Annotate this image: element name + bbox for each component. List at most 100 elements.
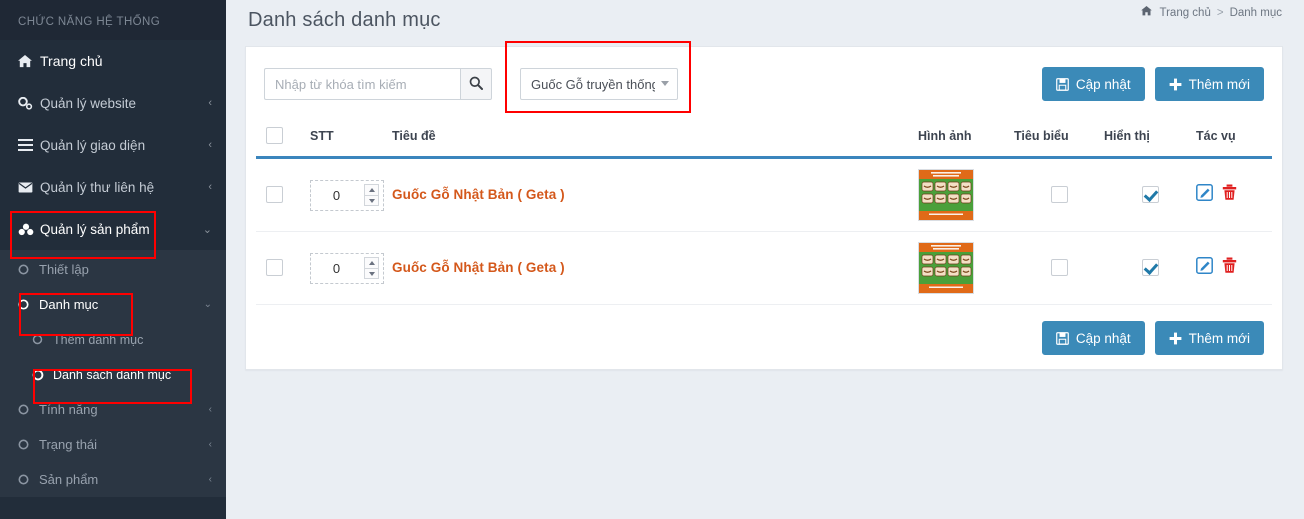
- chevron-left-icon: ‹: [208, 404, 212, 415]
- sidebar-item-quan-ly-giao-dien[interactable]: Quản lý giao diện ‹: [0, 124, 226, 166]
- main-content: Danh sách danh mục Trang chủ > Danh mục: [226, 0, 1304, 519]
- stt-number-input[interactable]: 0: [310, 179, 384, 211]
- sidebar-item-quan-ly-website[interactable]: Quản lý website ‹: [0, 82, 226, 124]
- row-featured-cell: [1014, 231, 1104, 305]
- sidebar-item-label: Sản phẩm: [39, 472, 99, 487]
- stepper-icon[interactable]: [364, 257, 379, 279]
- column-stt: STT: [310, 121, 392, 159]
- breadcrumb-home-link[interactable]: Trang chủ: [1160, 7, 1211, 19]
- card-footer-actions: Cập nhật Thêm mới: [256, 305, 1272, 359]
- stt-number-input[interactable]: 0: [310, 252, 384, 284]
- sidebar-item-quan-ly-thu-lien-he[interactable]: Quản lý thư liên hệ ‹: [0, 166, 226, 208]
- sidebar-item-trang-thai[interactable]: Trạng thái ‹: [0, 427, 226, 462]
- chevron-left-icon: ‹: [208, 139, 212, 151]
- circle-o-icon: [32, 369, 53, 381]
- edit-icon[interactable]: [1196, 184, 1213, 206]
- table-body: 0 Guốc Gỗ Nhật Bản ( Geta ) 0 Guốc Gỗ Nh…: [256, 157, 1272, 305]
- chevron-left-icon: ‹: [208, 97, 212, 109]
- visible-checkbox[interactable]: [1141, 259, 1159, 277]
- row-actions-cell: [1196, 157, 1272, 232]
- stepper-down-button[interactable]: [364, 268, 379, 279]
- sidebar: CHỨC NĂNG HỆ THỐNG Trang chủ Quản lý web…: [0, 0, 226, 519]
- product-thumbnail[interactable]: [918, 242, 974, 294]
- sidebar-heading: CHỨC NĂNG HỆ THỐNG: [0, 0, 226, 40]
- sidebar-item-tinh-nang[interactable]: Tính năng ‹: [0, 392, 226, 427]
- column-title: Tiêu đề: [392, 121, 918, 159]
- trash-icon[interactable]: [1222, 257, 1237, 279]
- table-header: STT Tiêu đề Hình ảnh Tiêu biểu Hiển thị …: [256, 121, 1272, 159]
- sidebar-item-them-danh-muc[interactable]: Thêm danh mục: [0, 322, 226, 357]
- toolbar-actions: Cập nhật Thêm mới: [1041, 67, 1264, 101]
- sidebar-item-danh-sach-danh-muc[interactable]: Danh sách danh mục: [0, 357, 226, 392]
- circle-o-icon: [18, 474, 39, 485]
- gears-icon: [18, 96, 40, 110]
- sidebar-item-quan-ly-san-pham[interactable]: Quản lý sản phẩm ⌄: [0, 208, 226, 250]
- breadcrumb: Trang chủ > Danh mục: [1140, 6, 1282, 19]
- sidebar-item-label: Danh sách danh mục: [53, 367, 172, 382]
- circle-o-icon: [18, 299, 39, 310]
- update-button-top[interactable]: Cập nhật: [1041, 67, 1145, 101]
- sidebar-item-trang-chu[interactable]: Trang chủ: [0, 40, 226, 82]
- row-title-cell: Guốc Gỗ Nhật Bản ( Geta ): [392, 231, 918, 305]
- category-filter-select[interactable]: Guốc Gỗ truyền thống: [520, 68, 678, 100]
- trash-icon[interactable]: [1222, 184, 1237, 206]
- category-table: STT Tiêu đề Hình ảnh Tiêu biểu Hiển thị …: [256, 121, 1272, 305]
- stt-value: 0: [332, 260, 341, 276]
- envelope-icon: [18, 181, 40, 193]
- row-select-checkbox[interactable]: [266, 186, 283, 204]
- sidebar-item-label: Quản lý giao diện: [40, 137, 146, 153]
- add-new-button-bottom[interactable]: Thêm mới: [1154, 321, 1264, 355]
- breadcrumb-current: Danh mục: [1229, 6, 1282, 19]
- add-new-button-label: Thêm mới: [1188, 76, 1250, 92]
- edit-icon[interactable]: [1196, 257, 1213, 279]
- plus-icon: [1169, 332, 1182, 345]
- chevron-left-icon: ‹: [208, 181, 212, 193]
- search-group: [264, 68, 492, 100]
- stepper-down-button[interactable]: [364, 195, 379, 206]
- circle-o-icon: [32, 334, 53, 345]
- select-all-checkbox[interactable]: [266, 127, 283, 144]
- save-icon: [1055, 331, 1069, 345]
- home-icon: [18, 54, 40, 68]
- row-featured-cell: [1014, 157, 1104, 232]
- visible-checkbox[interactable]: [1141, 186, 1159, 204]
- sidebar-item-label: Quản lý website: [40, 95, 137, 111]
- sidebar-item-label: Trạng thái: [39, 437, 98, 452]
- list-toolbar: Guốc Gỗ truyền thống Cập nhật: [256, 47, 1272, 121]
- sidebar-item-label: Thiết lập: [39, 262, 89, 277]
- sidebar-item-thiet-lap[interactable]: Thiết lập: [0, 252, 226, 287]
- admin-page: CHỨC NĂNG HỆ THỐNG Trang chủ Quản lý web…: [0, 0, 1304, 519]
- search-input[interactable]: [264, 68, 460, 100]
- circle-o-icon: [18, 439, 39, 450]
- product-thumbnail[interactable]: [918, 169, 974, 221]
- add-new-button-top[interactable]: Thêm mới: [1154, 67, 1264, 101]
- stepper-icon[interactable]: [364, 184, 379, 206]
- row-actions-cell: [1196, 231, 1272, 305]
- row-select-checkbox[interactable]: [266, 259, 283, 277]
- category-list-card: Guốc Gỗ truyền thống Cập nhật: [245, 46, 1283, 370]
- featured-checkbox[interactable]: [1050, 186, 1068, 204]
- stepper-up-button[interactable]: [364, 257, 379, 268]
- search-button[interactable]: [460, 68, 492, 100]
- row-image-cell: [918, 231, 1014, 305]
- row-title: Guốc Gỗ Nhật Bản ( Geta ): [392, 187, 565, 202]
- chevron-left-icon: ‹: [208, 474, 212, 485]
- stepper-up-button[interactable]: [364, 184, 379, 195]
- featured-checkbox[interactable]: [1050, 259, 1068, 277]
- update-button-bottom[interactable]: Cập nhật: [1041, 321, 1145, 355]
- column-visible: Hiển thị: [1104, 121, 1196, 159]
- sidebar-item-label: Trang chủ: [40, 53, 103, 69]
- sidebar-item-san-pham[interactable]: Sản phẩm ‹: [0, 462, 226, 497]
- sidebar-item-label: Quản lý sản phẩm: [40, 221, 150, 237]
- page-header: Danh sách danh mục Trang chủ > Danh mục: [226, 0, 1304, 40]
- column-actions: Tác vụ: [1196, 121, 1272, 159]
- cubes-icon: [18, 223, 40, 236]
- chevron-down-icon: ⌄: [203, 299, 212, 310]
- row-select-cell: [256, 231, 310, 305]
- sidebar-item-danh-muc[interactable]: Danh mục ⌄: [0, 287, 226, 322]
- product-submenu: Thiết lập Danh mục ⌄ Thêm danh mục Danh …: [0, 250, 226, 497]
- row-select-cell: [256, 157, 310, 232]
- table-header-row: STT Tiêu đề Hình ảnh Tiêu biểu Hiển thị …: [256, 121, 1272, 159]
- row-visible-cell: [1104, 231, 1196, 305]
- stt-value: 0: [332, 187, 341, 203]
